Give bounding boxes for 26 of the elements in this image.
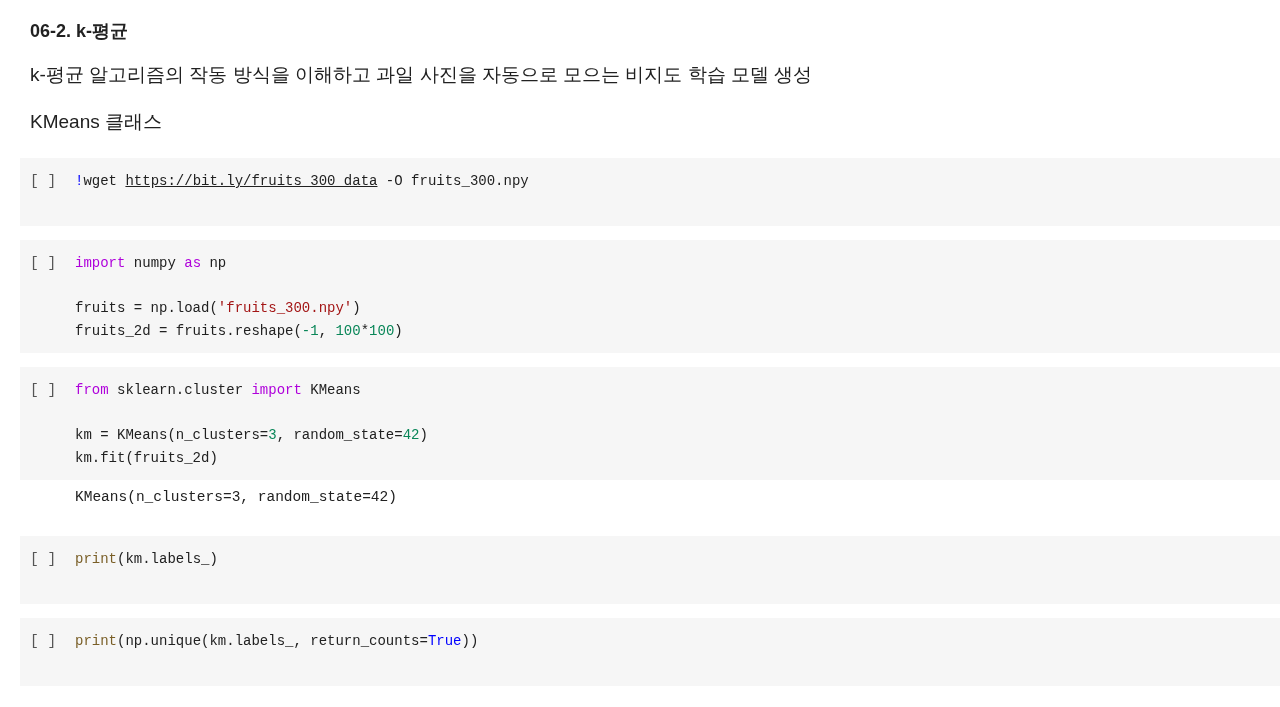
code-line: fruits_2d = fruits.reshape(-1, 100*100) [75,322,403,341]
code-line: print(km.labels_) [75,550,218,569]
code-text: ! [75,173,84,189]
run-cell-button[interactable]: [ ] [30,170,75,216]
code-cell[interactable]: [ ] import numpy as np fruits = np.load('fruits_300.npy') fruits_2d = fruits.reshape(-1, 100*100) [20,240,1280,353]
run-cell-button[interactable]: [ ] [30,630,75,676]
code-cell[interactable]: [ ] print(np.unique(km.labels_, return_counts=True)) [20,618,1280,686]
description-text: k-평균 알고리즘의 작동 방식을 이해하고 과일 사진을 자동으로 모으는 비지도 학습 모델 생성 [30,63,814,87]
url-link[interactable]: https://bit.ly/fruits_300_data [125,173,378,189]
run-cell-button[interactable]: [ ] [30,548,75,594]
code-text: -O fruits_300.npy [384,173,529,189]
code-line: print(np.unique(km.labels_, return_counts=True)) [75,632,479,651]
code-cell[interactable]: [ ] !wget https://bit.ly/fruits_300_data -O fruits_300.npy [20,158,1280,226]
code-line: import numpy as np [75,254,228,273]
code-line: km.fit(fruits_2d) [75,449,219,468]
code-line: fruits = np.load('fruits_300.npy') [75,299,362,318]
run-cell-button[interactable]: [ ] [30,379,75,470]
code-line: from sklearn.cluster import KMeans [75,381,362,400]
code-cell[interactable]: [ ] from sklearn.cluster import KMeans km = KMeans(n_clusters=3, random_state=42) km.fit(fruits_2d) [20,367,1280,480]
run-cell-button[interactable]: [ ] [30,252,75,343]
code-line: km = KMeans(n_clusters=3, random_state=42) [75,426,428,445]
output-text: KMeans(n_clusters=3, random_state=42) [75,488,398,507]
code-cell[interactable]: [ ] print(km.labels_) [20,536,1280,604]
code-text: wget [83,173,118,189]
notebook-heading: 06-2. k-평균 [30,20,130,43]
section-title: KMeans 클래스 [30,109,163,134]
